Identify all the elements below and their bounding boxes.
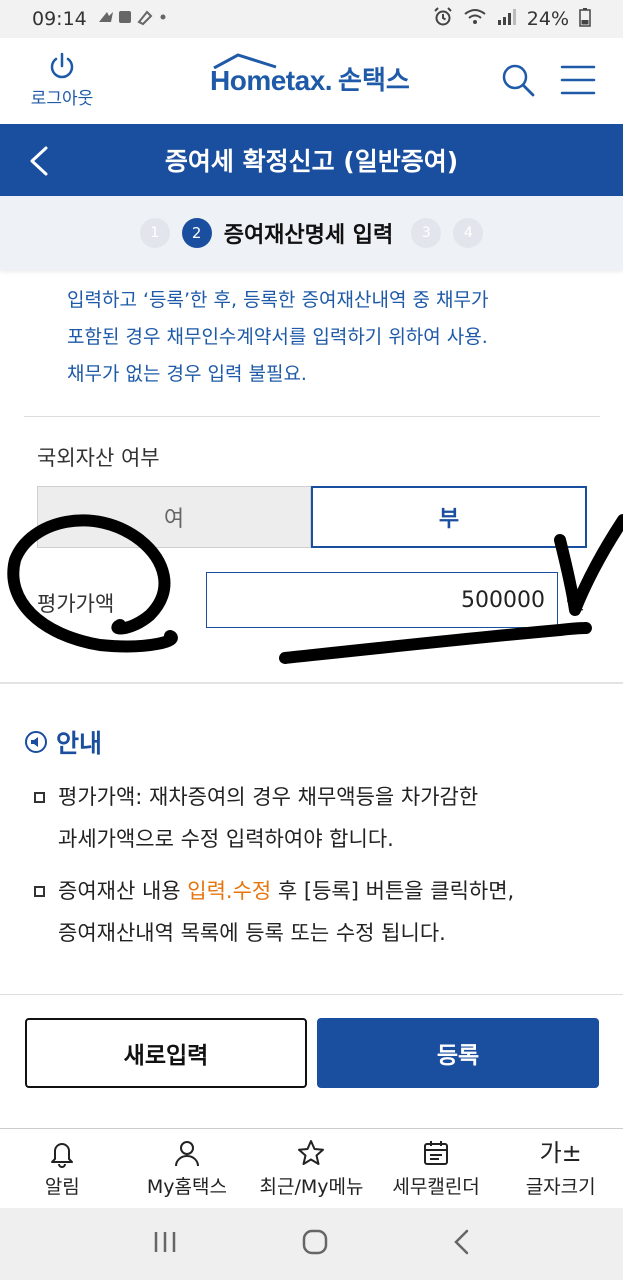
hometax-logo[interactable]: Hometax. 손택스 xyxy=(210,53,410,97)
notification-icons xyxy=(97,8,167,31)
nav-alert[interactable]: 알림 xyxy=(0,1129,125,1208)
star-icon xyxy=(298,1140,325,1165)
font-size-icon: 가± xyxy=(539,1139,582,1167)
divider xyxy=(24,416,600,417)
foreign-asset-toggle: 여 부 xyxy=(37,486,587,548)
alarm-icon xyxy=(433,6,453,32)
bullet-square-icon xyxy=(34,792,45,803)
step-indicator: 1 2 증여재산명세 입력 3 4 xyxy=(0,196,623,270)
notice-text: 입력하고 ‘등록’한 후, 등록한 증여재산내역 중 채무가 포함된 경우 채무… xyxy=(67,270,567,393)
status-bar: 09:14 24% xyxy=(0,0,623,38)
divider xyxy=(0,682,623,684)
logout-button[interactable]: 로그아웃 xyxy=(22,52,102,109)
notice-line-3: 채무가 없는 경우 입력 불필요. xyxy=(67,363,307,385)
home-icon[interactable] xyxy=(301,1228,329,1260)
guide-bullet-2-line-1: 증여재산 내용 입력.수정 후 [등록] 버튼을 클릭하면, xyxy=(58,870,594,912)
bullet-square-icon xyxy=(34,886,45,897)
calendar-icon xyxy=(424,1141,449,1165)
nav-my-label: My홈택스 xyxy=(146,1176,227,1198)
page-title: 증여세 확정신고 (일반증여) xyxy=(164,147,459,176)
notice-cut-line xyxy=(67,270,567,280)
guide-bullet-2-pre: 증여재산 내용 xyxy=(58,879,188,903)
logout-label: 로그아웃 xyxy=(30,89,94,109)
recents-icon[interactable] xyxy=(152,1230,178,1258)
bottom-nav: 알림 My홈택스 최근/My메뉴 세무캘린더 가± 글자크기 xyxy=(0,1128,623,1208)
house-roof-icon xyxy=(213,53,277,69)
guide-bullet-2-post: 후 [등록] 버튼을 클릭하면, xyxy=(271,879,515,903)
nav-tax-calendar[interactable]: 세무캘린더 xyxy=(374,1129,499,1208)
guide-header: 안내 xyxy=(24,724,102,760)
reset-button[interactable]: 새로입력 xyxy=(25,1018,307,1088)
nav-recent-menu[interactable]: 최근/My메뉴 xyxy=(249,1129,374,1208)
foreign-yes-option[interactable]: 여 xyxy=(37,486,311,548)
page-title-bar: 증여세 확정신고 (일반증여) xyxy=(0,124,623,196)
search-icon[interactable] xyxy=(500,62,536,102)
guide-bullet-1-line-1: 평가가액: 재차증여의 경우 채무액등을 차가감한 xyxy=(58,785,479,809)
foreign-asset-label: 국외자산 여부 xyxy=(37,446,160,470)
guide-bullet-2: 증여재산 내용 입력.수정 후 [등록] 버튼을 클릭하면, 증여재산내역 목록… xyxy=(34,870,594,954)
wifi-icon xyxy=(463,8,487,31)
guide-title: 안내 xyxy=(56,729,103,758)
nav-fontsize-label: 글자크기 xyxy=(525,1176,596,1198)
divider xyxy=(0,994,623,995)
speaker-icon xyxy=(25,731,47,753)
step-4[interactable]: 4 xyxy=(453,218,484,248)
bell-icon xyxy=(51,1143,74,1168)
step-1[interactable]: 1 xyxy=(139,218,170,248)
logo-brand-text: Hometax. xyxy=(210,65,333,96)
submit-button[interactable]: 등록 xyxy=(317,1018,599,1088)
amount-unit: 원 xyxy=(566,590,586,614)
step-2-active[interactable]: 2 xyxy=(181,218,212,248)
amount-input[interactable] xyxy=(206,572,558,628)
system-back-icon[interactable] xyxy=(452,1229,472,1259)
system-nav-bar xyxy=(0,1208,623,1280)
menu-icon[interactable] xyxy=(560,62,596,102)
nav-alert-label: 알림 xyxy=(44,1176,80,1198)
notice-line-2: 포함된 경우 채무인수계약서를 입력하기 위하여 사용. xyxy=(67,326,488,348)
person-icon xyxy=(174,1141,199,1167)
amount-label: 평가가액 xyxy=(37,592,115,616)
status-time: 09:14 xyxy=(32,8,87,30)
step-3[interactable]: 3 xyxy=(411,218,442,248)
power-icon xyxy=(50,52,74,79)
nav-font-size[interactable]: 가± 글자크기 xyxy=(498,1129,623,1208)
nav-my-hometax[interactable]: My홈택스 xyxy=(125,1129,250,1208)
logo-brand: Hometax. xyxy=(210,53,333,97)
app-header: 로그아웃 Hometax. 손택스 xyxy=(0,38,623,124)
form-content: 입력하고 ‘등록’한 후, 등록한 증여재산내역 중 채무가 포함된 경우 채무… xyxy=(0,270,623,1110)
notice-line-1: 입력하고 ‘등록’한 후, 등록한 증여재산내역 중 채무가 xyxy=(67,289,489,311)
nav-calendar-label: 세무캘린더 xyxy=(392,1176,480,1198)
foreign-no-option[interactable]: 부 xyxy=(311,486,587,548)
logo-sontax: 손택스 xyxy=(338,66,410,96)
back-arrow-icon[interactable] xyxy=(28,146,50,180)
battery-icon xyxy=(579,7,591,32)
guide-bullet-1: 평가가액: 재차증여의 경우 채무액등을 차가감한 과세가액으로 수정 입력하여… xyxy=(34,776,594,860)
battery-percent: 24% xyxy=(526,8,569,30)
guide-bullet-2-line-2: 증여재산내역 목록에 등록 또는 수정 됩니다. xyxy=(58,921,446,945)
guide-bullet-1-line-2: 과세가액으로 수정 입력하여야 합니다. xyxy=(58,827,394,851)
guide-bullet-2-highlight: 입력.수정 xyxy=(187,879,272,903)
signal-icon xyxy=(497,8,517,31)
nav-recent-label: 최근/My메뉴 xyxy=(259,1176,364,1198)
step-active-label: 증여재산명세 입력 xyxy=(223,223,394,248)
